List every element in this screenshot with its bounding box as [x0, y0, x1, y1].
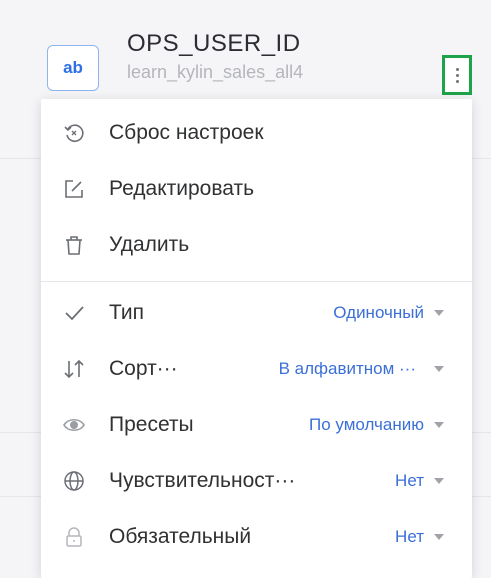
- reset-icon: [63, 122, 85, 144]
- chevron-down-icon: [434, 310, 444, 316]
- menu-setting-sensitivity[interactable]: Чувствительност··· Нет: [41, 453, 472, 509]
- setting-label: Пресеты: [109, 413, 194, 436]
- menu-item-delete[interactable]: Удалить: [41, 217, 472, 273]
- lock-icon: [63, 526, 85, 548]
- menu-setting-presets[interactable]: Пресеты По умолчанию: [41, 397, 472, 453]
- setting-value: Нет: [395, 527, 424, 546]
- menu-divider: [41, 281, 472, 282]
- menu-item-edit[interactable]: Редактировать: [41, 161, 472, 217]
- setting-label: Тип: [109, 301, 145, 324]
- chevron-down-icon: [434, 534, 444, 540]
- menu-setting-sort[interactable]: Сорт··· В алфавитном ···: [41, 341, 472, 397]
- edit-icon: [63, 178, 85, 200]
- field-type-badge: ab: [47, 45, 99, 91]
- menu-setting-type[interactable]: Тип Одиночный: [41, 285, 472, 341]
- setting-label: Обязательный: [109, 525, 252, 548]
- setting-value-dropdown[interactable]: Нет: [395, 527, 444, 547]
- setting-value: По умолчанию: [309, 415, 424, 434]
- menu-setting-required[interactable]: Обязательный Нет: [41, 509, 472, 565]
- chevron-down-icon: [434, 422, 444, 428]
- chevron-down-icon: [434, 478, 444, 484]
- menu-item-label: Редактировать: [109, 177, 255, 200]
- field-context-menu: Сброс настроек Редактировать Удалить Тип…: [41, 99, 472, 578]
- setting-label: Сорт···: [109, 357, 178, 380]
- setting-value-dropdown[interactable]: По умолчанию: [309, 415, 444, 435]
- chevron-down-icon: [434, 366, 444, 372]
- setting-label: Чувствительност···: [109, 469, 296, 492]
- setting-value: В алфавитном ···: [278, 359, 416, 378]
- setting-value-dropdown[interactable]: Нет: [395, 471, 444, 491]
- globe-icon: [63, 470, 85, 492]
- field-name: OPS_USER_ID: [127, 30, 301, 57]
- menu-item-reset[interactable]: Сброс настроек: [41, 105, 472, 161]
- menu-item-label: Сброс настроек: [109, 121, 264, 144]
- setting-value: Одиночный: [333, 303, 424, 322]
- setting-value: Нет: [395, 471, 424, 490]
- field-card-header: ab OPS_USER_ID learn_kylin_sales_all4: [0, 0, 491, 110]
- setting-value-dropdown[interactable]: Одиночный: [333, 303, 444, 323]
- sort-icon: [63, 358, 85, 380]
- trash-icon: [63, 234, 85, 256]
- more-options-button[interactable]: [442, 55, 472, 95]
- menu-item-label: Удалить: [109, 233, 190, 256]
- more-vertical-icon: [455, 67, 459, 83]
- eye-icon: [63, 414, 85, 436]
- setting-value-dropdown[interactable]: В алфавитном ···: [279, 359, 444, 379]
- check-icon: [63, 302, 85, 324]
- field-source-table: learn_kylin_sales_all4: [127, 62, 304, 82]
